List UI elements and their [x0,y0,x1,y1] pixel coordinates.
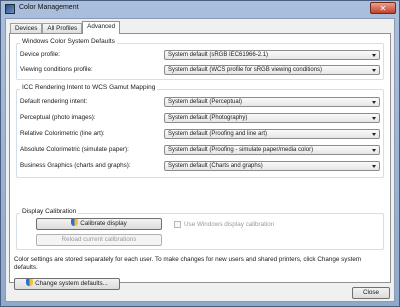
info-text: Color settings are stored separately for… [14,256,362,271]
absolute-colorimetric-dropdown[interactable]: System default (Proofing - simulate pape… [164,145,380,155]
dropdown-arrow-icon [372,69,376,72]
close-button[interactable]: Close [352,287,390,299]
use-windows-calibration-checkbox[interactable] [174,221,181,228]
viewing-conditions-label: Viewing conditions profile: [20,66,93,73]
dropdown-arrow-icon [372,117,376,120]
calibrate-display-label: Calibrate display [80,220,127,227]
dropdown-arrow-icon [372,101,376,104]
calibrate-display-button[interactable]: Calibrate display [36,218,162,230]
title-bar: Color Management ✕ [1,1,399,17]
perceptual-label: Perceptual (photo images): [20,114,96,121]
use-windows-calibration-label: Use Windows display calibration [184,221,275,228]
advanced-tab-panel: Windows Color System Defaults Device pro… [9,33,391,290]
viewing-conditions-dropdown[interactable]: System default (WCS profile for sRGB vie… [164,65,380,75]
business-graphics-value: System default (Charts and graphs) [168,163,263,169]
default-rendering-intent-dropdown[interactable]: System default (Perceptual) [164,97,380,107]
reload-calibrations-button[interactable]: Reload current calibrations [36,234,162,246]
dropdown-arrow-icon [372,133,376,136]
display-calibration-title: Display Calibration [20,208,79,215]
dropdown-arrow-icon [372,54,376,57]
absolute-colorimetric-value: System default (Proofing - simulate pape… [168,147,314,153]
color-management-icon [5,4,15,14]
relative-colorimetric-dropdown[interactable]: System default (Proofing and line art) [164,129,380,139]
device-profile-dropdown[interactable]: System default (sRGB IEC61966-2.1) [164,50,380,60]
default-rendering-intent-value: System default (Perceptual) [168,99,243,105]
device-profile-label: Device profile: [20,51,60,58]
perceptual-dropdown[interactable]: System default (Photography) [164,113,380,123]
default-rendering-intent-label: Default rendering intent: [20,98,88,105]
relative-colorimetric-label: Relative Colorimetric (line art): [20,130,105,137]
close-icon[interactable]: ✕ [370,2,396,14]
rendering-intent-title: ICC Rendering Intent to WCS Gamut Mappin… [20,84,158,91]
window-title: Color Management [19,4,79,11]
perceptual-value: System default (Photography) [168,115,248,121]
color-management-window: Color Management ✕ Devices All Profiles … [0,0,400,307]
dropdown-arrow-icon [372,165,376,168]
wcs-defaults-title: Windows Color System Defaults [20,38,117,45]
business-graphics-dropdown[interactable]: System default (Charts and graphs) [164,161,380,171]
tab-advanced[interactable]: Advanced [82,21,121,34]
viewing-conditions-value: System default (WCS profile for sRGB vie… [168,67,323,73]
dropdown-arrow-icon [372,149,376,152]
uac-shield-icon [71,219,79,226]
absolute-colorimetric-label: Absolute Colorimetric (simulate paper): [20,146,129,153]
device-profile-value: System default (sRGB IEC61966-2.1) [168,52,269,58]
dialog-client-area: Devices All Profiles Advanced Windows Co… [5,18,395,302]
change-system-defaults-button[interactable]: Change system defaults... [14,278,120,290]
change-system-defaults-label: Change system defaults... [35,280,108,287]
business-graphics-label: Business Graphics (charts and graphs): [20,162,131,169]
relative-colorimetric-value: System default (Proofing and line art) [168,131,268,137]
uac-shield-icon [26,279,34,286]
